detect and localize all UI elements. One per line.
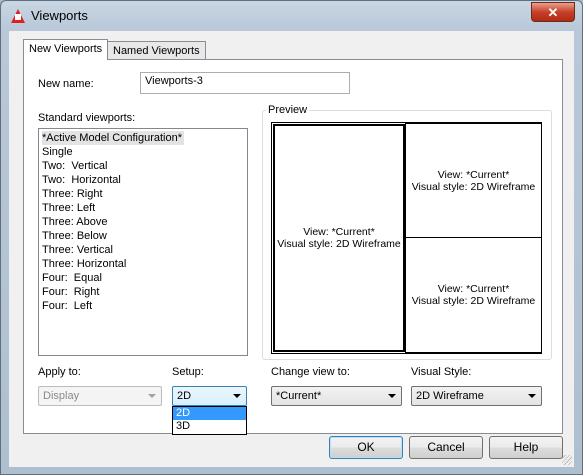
chevron-down-icon [148, 394, 156, 398]
list-item[interactable]: Three: Vertical [41, 243, 245, 257]
preview-viewport-left: View: *Current* Visual style: 2D Wirefram… [273, 124, 405, 352]
preview-group-title: Preview [266, 104, 310, 116]
title-bar[interactable]: Viewports ✕ [1, 1, 582, 31]
viewport-view-text: View: *Current* [437, 168, 510, 181]
setup-select[interactable]: 2D [172, 386, 247, 406]
apply-to-select[interactable]: Display [38, 386, 162, 406]
visual-style-value: 2D Wireframe [416, 390, 484, 402]
change-view-to-label: Change view to: [271, 366, 350, 378]
preview-area: View: *Current* Visual style: 2D Wirefram… [271, 122, 542, 354]
list-item[interactable]: Single [41, 145, 245, 159]
tab-named-viewports[interactable]: Named Viewports [107, 41, 206, 59]
viewport-view-text: View: *Current* [303, 226, 375, 238]
setup-label: Setup: [172, 366, 204, 378]
setup-value: 2D [177, 390, 192, 402]
change-view-to-value: *Current* [276, 390, 322, 402]
list-item[interactable]: Four: Right [41, 285, 245, 299]
visual-style-label: Visual Style: [411, 366, 472, 378]
resize-grip-icon[interactable] [562, 455, 572, 465]
new-viewports-panel: New name: Viewports-3 Standard viewports… [23, 59, 563, 435]
apply-to-label: Apply to: [38, 366, 81, 378]
new-name-field[interactable]: Viewports-3 [140, 72, 350, 94]
viewport-style-text: Visual style: 2D Wireframe [411, 180, 536, 193]
list-item[interactable]: Three: Below [41, 229, 245, 243]
chevron-down-icon [388, 394, 396, 398]
list-item[interactable]: *Active Model Configuration* [42, 131, 185, 145]
change-view-to-select[interactable]: *Current* [271, 386, 402, 406]
cancel-button[interactable]: Cancel [409, 436, 483, 459]
visual-style-select[interactable]: 2D Wireframe [411, 386, 542, 406]
help-button[interactable]: Help [489, 436, 563, 459]
viewports-dialog: Viewports ✕ New Viewports Named Viewport… [0, 0, 583, 475]
list-item[interactable]: Two: Horizontal [41, 173, 245, 187]
list-item[interactable]: Three: Right [41, 187, 245, 201]
setup-option-3d[interactable]: 3D [173, 420, 246, 433]
list-item[interactable]: Four: Left [41, 299, 245, 313]
chevron-down-icon [233, 394, 241, 398]
window-title: Viewports [31, 8, 88, 23]
standard-viewports-list[interactable]: *Active Model Configuration* Single Two:… [38, 128, 248, 356]
apply-to-value: Display [43, 390, 80, 402]
new-name-label: New name: [38, 78, 94, 90]
list-item[interactable]: Four: Equal [41, 271, 245, 285]
list-item[interactable]: Two: Vertical [41, 159, 245, 173]
preview-viewport-bottom-right: View: *Current* Visual style: 2D Wirefram… [405, 237, 542, 353]
setup-option-2d[interactable]: 2D [173, 407, 246, 420]
ok-button[interactable]: OK [329, 436, 403, 459]
tab-new-viewports[interactable]: New Viewports [23, 39, 109, 60]
close-button[interactable]: ✕ [531, 2, 575, 22]
chevron-down-icon [528, 394, 536, 398]
viewport-style-text: Visual style: 2D Wireframe [411, 295, 536, 307]
list-item[interactable]: Three: Horizontal [41, 257, 245, 271]
standard-viewports-label: Standard viewports: [38, 112, 136, 124]
autocad-logo-icon [11, 9, 25, 23]
preview-viewport-top-right: View: *Current* Visual style: 2D Wirefram… [405, 123, 542, 238]
setup-dropdown-list[interactable]: 2D 3D [172, 406, 247, 435]
dialog-client-area: New Viewports Named Viewports New name: … [9, 31, 574, 467]
viewport-style-text: Visual style: 2D Wireframe [277, 238, 401, 250]
list-item[interactable]: Three: Left [41, 201, 245, 215]
list-item[interactable]: Three: Above [41, 215, 245, 229]
viewport-view-text: View: *Current* [437, 283, 510, 295]
